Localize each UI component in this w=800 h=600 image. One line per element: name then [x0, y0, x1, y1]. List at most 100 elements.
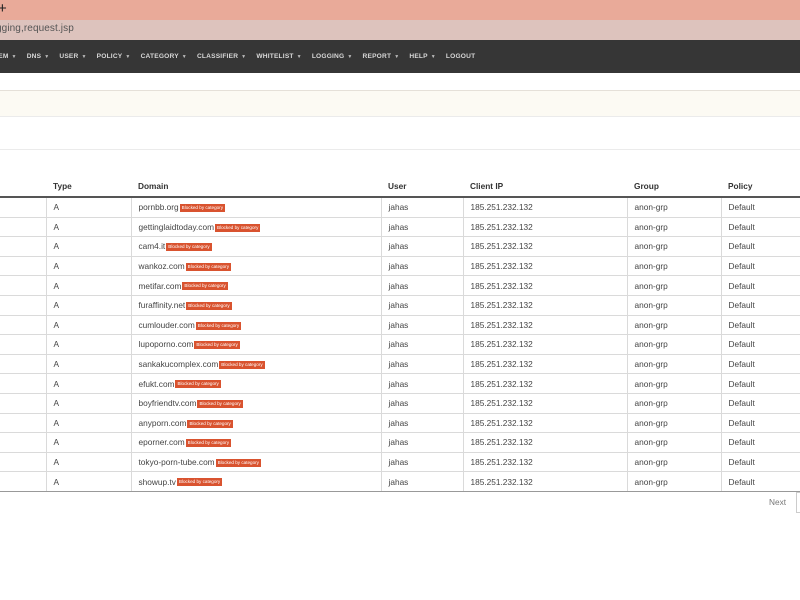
user-cell: jahas	[380, 452, 463, 473]
domain-text: efukt.com	[138, 378, 175, 389]
domain-text: gettinglaidtoday.com	[138, 221, 215, 232]
time-cell	[0, 432, 46, 453]
nav-item-label: DNS	[26, 53, 42, 60]
domain-cell: gettinglaidtoday.com Blocked by category	[130, 217, 381, 238]
user-cell: jahas	[380, 197, 463, 218]
nav-item-policy[interactable]: POLICY ▼	[97, 53, 131, 60]
col-header-type[interactable]: Type	[46, 176, 131, 198]
time-cell	[0, 452, 46, 473]
time-cell	[0, 197, 46, 218]
domain-text: metifar.com	[138, 280, 182, 291]
new-tab-icon[interactable]: +	[0, 0, 7, 19]
type-cell: A	[45, 256, 131, 277]
domain-text: tokyo-porn-tube.com	[138, 457, 215, 468]
user-cell: jahas	[380, 393, 463, 414]
type-cell: A	[45, 334, 131, 355]
browser-tab-bar: +	[0, 0, 800, 20]
domain-text: pornbb.org	[138, 202, 179, 213]
blocked-badge: Blocked by category	[179, 204, 226, 213]
nav-item-logout[interactable]: LOGOUT	[446, 53, 475, 60]
nav-item-label: CATEGORY	[140, 53, 179, 60]
nav-item-dns[interactable]: DNS ▼	[27, 53, 50, 60]
nav-item-logging[interactable]: LOGGING ▼	[312, 53, 353, 60]
group-cell: anon-grp	[626, 236, 721, 257]
user-cell: jahas	[380, 217, 463, 238]
nav-item-report[interactable]: REPORT ▼	[363, 53, 400, 60]
group-cell: anon-grp	[626, 413, 721, 434]
domain-text: furaffinity.net	[138, 300, 186, 311]
domain-cell: wankoz.com Blocked by category	[130, 256, 381, 277]
blocked-badge: Blocked by category	[185, 439, 231, 448]
page-number-button[interactable]	[796, 492, 800, 513]
address-bar[interactable]: gging,request.jsp	[0, 20, 800, 40]
domain-cell: boyfriendtv.com Blocked by category	[130, 393, 381, 414]
group-cell: anon-grp	[626, 432, 721, 453]
nav-item-user[interactable]: USER ▼	[59, 53, 86, 60]
blocked-badge: Blocked by category	[176, 478, 223, 487]
client-ip-cell: 185.251.232.132	[462, 256, 627, 277]
domain-cell: eporner.com Blocked by category	[130, 432, 381, 453]
user-cell: jahas	[380, 315, 463, 336]
nav-item-whitelist[interactable]: WHITELIST ▼	[256, 53, 302, 60]
nav-item-classifier[interactable]: CLASSIFIER ▼	[197, 53, 246, 60]
time-cell	[0, 373, 46, 394]
url-text[interactable]: gging,request.jsp	[0, 23, 74, 34]
blocked-badge: Blocked by category	[182, 282, 228, 291]
table-row: Ametifar.com Blocked by category jahas 185.…	[0, 275, 800, 296]
time-cell	[0, 354, 46, 375]
top-navbar: TEM▼DNS▼USER▼POLICY▼CATEGORY▼CLASSIFIER▼…	[0, 40, 800, 73]
domain-cell: pornbb.org Blocked by category	[130, 197, 381, 218]
col-header-user[interactable]: User	[381, 176, 463, 198]
client-ip-cell: 185.251.232.132	[462, 217, 627, 238]
col-header-client-ip[interactable]: Client IP	[463, 176, 627, 198]
chevron-down-icon: ▼	[125, 53, 131, 60]
col-header-time[interactable]	[0, 176, 46, 198]
time-cell	[0, 471, 46, 492]
policy-cell: Default	[720, 432, 800, 453]
blocked-badge: Blocked by category	[194, 341, 240, 350]
nav-item-category[interactable]: CATEGORY ▼	[141, 53, 187, 60]
client-ip-cell: 185.251.232.132	[462, 393, 627, 414]
col-header-policy[interactable]: Policy	[721, 176, 800, 198]
nav-item-tem[interactable]: TEM▼	[0, 53, 17, 60]
policy-cell: Default	[720, 354, 800, 375]
policy-cell: Default	[720, 413, 800, 434]
nav-item-help[interactable]: HELP ▼	[409, 53, 436, 60]
table-row: Aboyfriendtv.com Blocked by category jahas…	[0, 393, 800, 414]
chevron-down-icon: ▼	[394, 53, 400, 60]
client-ip-cell: 185.251.232.132	[462, 334, 627, 355]
nav-menu: TEM▼DNS▼USER▼POLICY▼CATEGORY▼CLASSIFIER▼…	[0, 40, 485, 73]
col-header-group[interactable]: Group	[627, 176, 721, 198]
user-cell: jahas	[380, 373, 463, 394]
domain-text: wankoz.com	[138, 261, 185, 272]
next-page-button[interactable]: Next	[769, 497, 786, 507]
policy-cell: Default	[720, 452, 800, 473]
nav-item-label: LOGOUT	[445, 53, 476, 60]
client-ip-cell: 185.251.232.132	[462, 315, 627, 336]
table-row: Aeporner.com Blocked by category jahas 185.…	[0, 432, 800, 453]
table-row: Aanyporn.com Blocked by category jahas 185.…	[0, 413, 800, 434]
table-row: Atokyo-porn-tube.com Blocked by category j…	[0, 452, 800, 473]
policy-cell: Default	[720, 471, 800, 492]
type-cell: A	[45, 236, 131, 257]
domain-text: showup.tv	[138, 476, 176, 487]
domain-cell: furaffinity.net Blocked by category	[130, 295, 381, 316]
domain-cell: showup.tv Blocked by category	[130, 471, 381, 492]
policy-cell: Default	[720, 334, 800, 355]
table-row: Ashowup.tv Blocked by category jahas 185.25…	[0, 471, 800, 492]
client-ip-cell: 185.251.232.132	[462, 373, 627, 394]
time-cell	[0, 295, 46, 316]
chevron-down-icon: ▼	[347, 53, 353, 60]
col-header-domain[interactable]: Domain	[131, 176, 381, 198]
blocked-badge: Blocked by category	[187, 419, 233, 428]
request-log-table: Type Domain User Client IP Group Policy …	[0, 176, 800, 492]
policy-cell: Default	[720, 295, 800, 316]
domain-cell: tokyo-porn-tube.com Blocked by category	[130, 452, 381, 473]
group-cell: anon-grp	[626, 393, 721, 414]
type-cell: A	[45, 295, 131, 316]
table-row: Alupoporno.com Blocked by category jahas 18…	[0, 334, 800, 355]
policy-cell: Default	[720, 197, 800, 218]
group-cell: anon-grp	[626, 217, 721, 238]
group-cell: anon-grp	[626, 315, 721, 336]
user-cell: jahas	[380, 334, 463, 355]
